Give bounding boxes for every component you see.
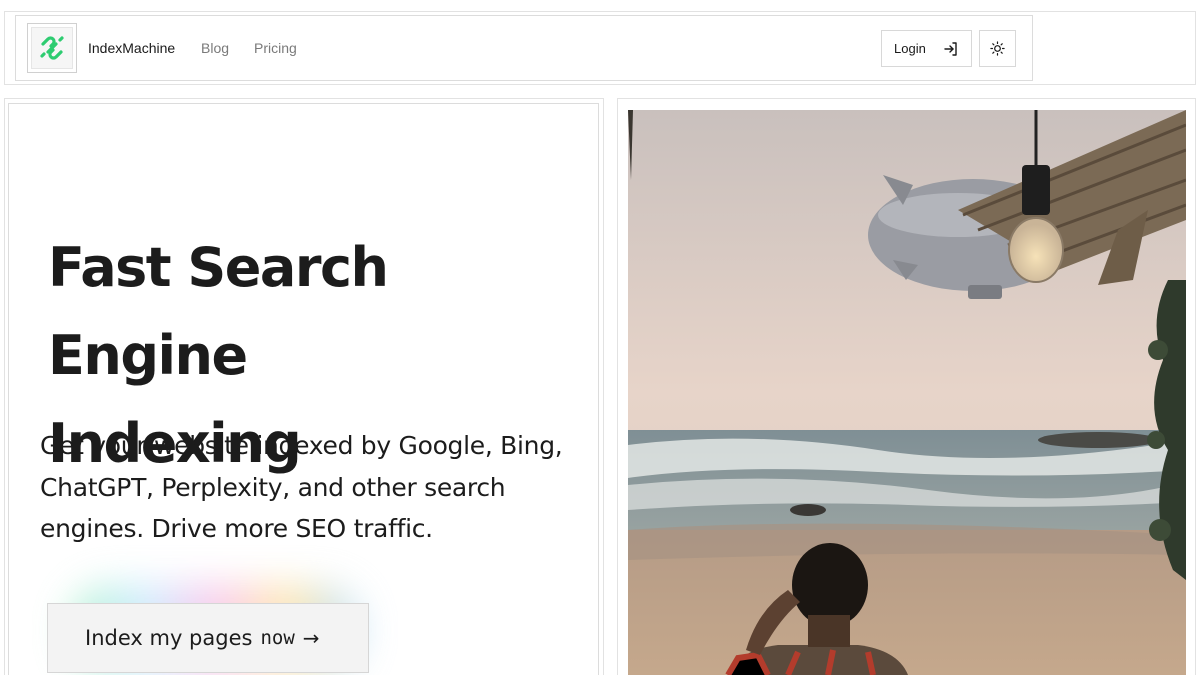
login-button-label: Login [894, 41, 926, 56]
login-button[interactable]: Login [881, 30, 972, 67]
header-bar: IndexMachine Blog Pricing Login [15, 15, 1033, 81]
cta-mono-text: now [260, 627, 295, 649]
beach-scene-image [628, 110, 1186, 675]
cta-text: Index my pages [85, 626, 253, 650]
hero-subtitle: Get your website indexed by Google, Bing… [40, 431, 563, 543]
nav-link-blog[interactable]: Blog [201, 40, 229, 56]
hero-photo [628, 110, 1186, 675]
index-pages-button[interactable]: Index my pages now → [47, 603, 369, 673]
arrow-right-icon: → [302, 626, 320, 650]
sun-icon [990, 41, 1005, 56]
brand-name[interactable]: IndexMachine [88, 40, 175, 56]
hero-title-line1: Fast Search Engine [48, 236, 389, 387]
login-arrow-icon [944, 42, 957, 56]
logo[interactable] [27, 23, 77, 73]
theme-toggle-button[interactable] [979, 30, 1016, 67]
nav-link-pricing[interactable]: Pricing [254, 40, 297, 56]
link-icon [40, 36, 64, 60]
